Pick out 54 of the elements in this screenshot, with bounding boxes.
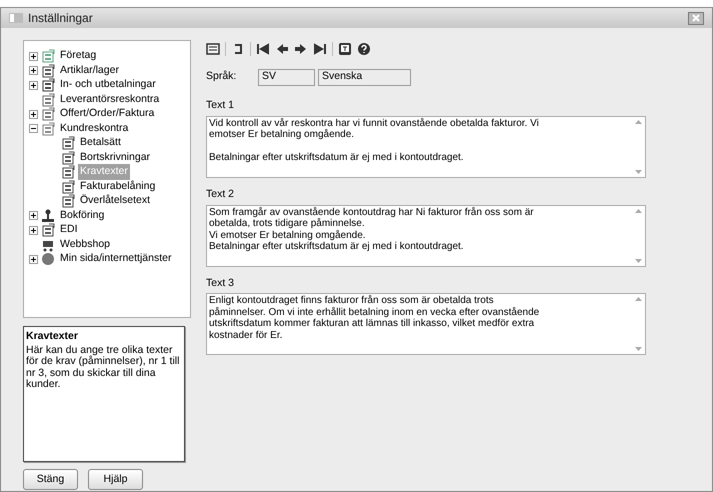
- language-code-field[interactable]: SV: [258, 68, 315, 86]
- expand-toggle[interactable]: [28, 80, 38, 90]
- tree-item[interactable]: Offert/Order/Faktura: [58, 106, 156, 122]
- close-icon: [692, 14, 700, 22]
- tree-item[interactable]: Bortskrivningar: [78, 150, 152, 166]
- dialog-button[interactable]: Stäng: [23, 469, 78, 490]
- form-icon: [61, 194, 75, 208]
- expand-toggle[interactable]: [28, 211, 38, 220]
- expand-toggle[interactable]: [28, 66, 38, 76]
- form-icon: [61, 180, 75, 194]
- tree-item[interactable]: Webbshop: [58, 236, 112, 253]
- tree-item[interactable]: Överlåtelsetext: [78, 193, 152, 210]
- tree-item[interactable]: EDI: [58, 222, 80, 238]
- text-label: Text 1: [206, 98, 236, 113]
- close-button[interactable]: [688, 12, 704, 24]
- dialog-button[interactable]: Hjälp: [88, 469, 143, 490]
- previous-icon[interactable]: [275, 42, 289, 56]
- window-icon: [9, 13, 23, 23]
- help-text: Här kan du ange tre olika texter för de krav (påminnelser), nr 1 till nr 3, som du skickar till dina kunder.: [26, 344, 180, 391]
- collapse-toggle[interactable]: [28, 124, 38, 134]
- form-icon: [61, 136, 75, 150]
- document-icon: [41, 92, 55, 107]
- text-label: Text 2: [206, 186, 236, 202]
- tree-item[interactable]: Artiklar/lager: [58, 62, 121, 79]
- text-area[interactable]: Enligt kontoutdraget finns fakturor från oss som är obetalda trots påminnelser. Om vi inte erhållit betalning inom en vecka efter ovanstående utskriftsdatum kommer fakturan att lämnas till inkasso, vilket medför extra kostnader för Er.: [206, 293, 646, 356]
- expand-toggle[interactable]: [28, 110, 38, 119]
- window-title: Inställningar: [28, 10, 93, 27]
- document-icon: [41, 107, 55, 122]
- language-name-field[interactable]: Svenska: [318, 68, 411, 86]
- text-icon[interactable]: [338, 42, 352, 56]
- expand-toggle[interactable]: [28, 52, 38, 61]
- expand-toggle[interactable]: [28, 254, 38, 264]
- first-icon[interactable]: [256, 42, 270, 56]
- tree-item[interactable]: Fakturabelåning: [78, 178, 158, 195]
- last-icon[interactable]: [313, 42, 327, 56]
- help-title: Kravtexter: [26, 329, 79, 344]
- tree-item[interactable]: Min sida/internettjänster: [58, 251, 174, 268]
- form-icon: [61, 165, 75, 180]
- text-area[interactable]: Vid kontroll av vår reskontra har vi funnit ovanstående obetalda fakturor. Vi emotser Er betalning omgående. Betalningar efter utskriftsdatum är ej med i kontoutdraget.: [206, 116, 646, 178]
- next-icon[interactable]: [294, 42, 308, 56]
- tree-item[interactable]: Kundreskontra: [58, 120, 130, 137]
- tree-item[interactable]: Leverantörsreskontra: [58, 92, 162, 108]
- stamp-icon: [41, 208, 55, 223]
- tree-item[interactable]: In- och utbetalningar: [58, 77, 158, 94]
- text-area[interactable]: Som framgår av ovanstående kontoutdrag har Ni fakturor från oss som är obetalda, trots tidigare påminnelse. Vi emotser Er betalning omgående. Betalningar efter utskriftsdatum är ej med i kontoutdraget.: [206, 204, 646, 266]
- help-icon[interactable]: [357, 42, 371, 56]
- text-label: Text 3: [206, 276, 236, 290]
- language-label: Språk:: [206, 69, 238, 84]
- list-icon[interactable]: [206, 42, 220, 56]
- tree-item[interactable]: Betalsätt: [78, 135, 123, 152]
- tree-item[interactable]: Företag: [58, 48, 98, 64]
- tree-item[interactable]: Bokföring: [58, 208, 106, 224]
- expand-toggle[interactable]: [28, 226, 38, 235]
- form-icon: [61, 150, 75, 165]
